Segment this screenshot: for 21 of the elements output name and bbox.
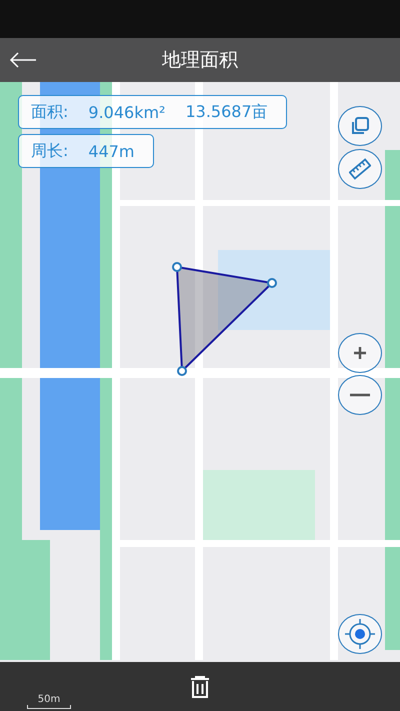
ruler-icon: [349, 158, 371, 180]
measurement-label: 周长:: [31, 140, 68, 162]
measurement-value: 13.5687亩: [185, 102, 268, 122]
layers-icon: [350, 116, 370, 136]
ruler-button[interactable]: [338, 149, 382, 189]
plus-icon: [354, 347, 366, 359]
scale-label: 50m: [38, 694, 60, 705]
layers-button[interactable]: [338, 106, 382, 146]
delete-button[interactable]: [190, 676, 210, 698]
measurement-label: 面积:: [31, 102, 68, 122]
scale-bar: [27, 705, 71, 709]
zoom-out-button[interactable]: [338, 375, 382, 415]
measurement-value: 9.046km²: [88, 102, 166, 122]
page-title: 地理面积: [162, 48, 238, 73]
trash-icon: [190, 676, 210, 698]
zoom-in-button[interactable]: [338, 333, 382, 373]
minus-icon: [350, 393, 370, 397]
crosshair-icon: [345, 619, 375, 649]
measurement-value: 447m: [88, 142, 135, 160]
locate-button[interactable]: [338, 614, 382, 654]
back-arrow-icon[interactable]: [8, 50, 38, 70]
